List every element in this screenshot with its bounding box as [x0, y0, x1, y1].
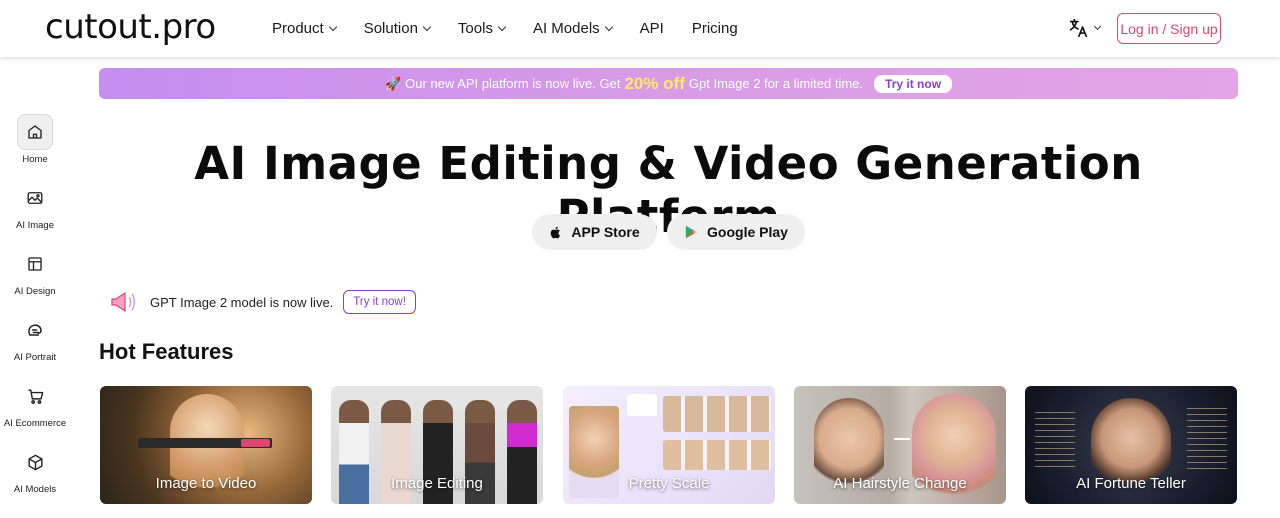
sidebar-item-label: AI Ecommerce — [3, 418, 67, 429]
nav-pricing[interactable]: Pricing — [692, 20, 738, 37]
card-illustration — [663, 440, 771, 470]
sidebar-icon-box — [17, 114, 53, 150]
google-play-label: Google Play — [707, 224, 788, 240]
promo-text-before: Our new API platform is now live. Get — [405, 76, 621, 91]
sidebar-item-label: AI Design — [14, 286, 56, 297]
translate-icon — [1069, 18, 1088, 38]
portrait-icon — [28, 324, 42, 336]
chevron-down-icon — [497, 22, 507, 31]
feature-card-label: AI Fortune Teller — [1076, 475, 1186, 492]
notice-text: GPT Image 2 model is now live. — [150, 294, 334, 310]
home-icon — [28, 125, 42, 139]
sidebar-icon-box — [17, 180, 53, 216]
sidebar-item-home[interactable]: Home — [0, 114, 70, 165]
sidebar-icon-box — [17, 246, 53, 282]
feature-card-label: Pretty Scale — [628, 475, 710, 492]
feature-card-ai-fortune-teller[interactable]: AI Fortune Teller — [1025, 386, 1237, 504]
chevron-down-icon — [1093, 22, 1102, 30]
layout-icon — [28, 257, 42, 271]
image-icon — [27, 192, 43, 204]
card-illustration — [241, 439, 270, 447]
sidebar-icon-box — [17, 378, 53, 414]
apple-icon — [551, 226, 561, 238]
feature-card-image-to-video[interactable]: Image to Video — [100, 386, 312, 504]
nav-tools[interactable]: Tools — [457, 20, 507, 37]
cube-icon — [27, 454, 43, 470]
sidebar-icon-box — [17, 444, 53, 480]
app-store-button[interactable]: APP Store — [532, 214, 657, 250]
nav-label: API — [639, 20, 664, 37]
nav-label: Tools — [457, 20, 493, 37]
megaphone-icon — [111, 291, 135, 313]
feature-card-label: Image Editing — [391, 475, 483, 492]
card-illustration — [894, 438, 910, 440]
login-signup-button[interactable]: Log in / Sign up — [1117, 13, 1221, 44]
google-play-icon — [685, 225, 698, 239]
card-illustration — [1187, 408, 1227, 472]
cart-icon — [27, 388, 43, 404]
sidebar-item-ai-models[interactable]: AI Models — [0, 444, 70, 495]
nav-api[interactable]: API — [640, 20, 664, 37]
app-store-label: APP Store — [571, 224, 640, 240]
card-illustration — [663, 396, 771, 432]
nav-label: AI Models — [532, 20, 600, 37]
sidebar-item-label: AI Portrait — [13, 352, 57, 363]
sidebar-item-ai-portrait[interactable]: AI Portrait — [0, 312, 70, 363]
rocket-icon: 🚀 — [384, 75, 402, 91]
nav-label: Solution — [363, 20, 418, 37]
sidebar-item-ai-ecommerce[interactable]: AI Ecommerce — [0, 378, 70, 429]
feature-card-label: Image to Video — [155, 475, 257, 492]
feature-card-pretty-scale[interactable]: Pretty Scale — [563, 386, 775, 504]
promo-banner: 🚀 Our new API platform is now live. Get … — [99, 68, 1238, 99]
promo-text-after: Gpt Image 2 for a limited time. — [688, 76, 864, 91]
logo[interactable]: cutout.pro — [45, 7, 216, 47]
notice-try-button[interactable]: Try it now! — [343, 290, 416, 314]
nav-label: Product — [272, 20, 324, 37]
feature-card-image-editing[interactable]: Image Editing — [331, 386, 543, 504]
google-play-button[interactable]: Google Play — [667, 214, 805, 250]
sidebar-item-ai-image[interactable]: AI Image — [0, 180, 70, 231]
language-selector[interactable] — [1067, 17, 1102, 39]
hot-features-title: Hot Features — [99, 339, 234, 364]
card-illustration — [1035, 412, 1075, 472]
chevron-down-icon — [328, 22, 337, 31]
feature-card-label: AI Hairstyle Change — [833, 475, 967, 492]
nav-ai-models[interactable]: AI Models — [532, 20, 613, 37]
nav-label: Pricing — [691, 20, 738, 37]
nav-product[interactable]: Product — [272, 20, 337, 37]
chevron-down-icon — [604, 22, 613, 31]
sidebar-item-label: Home — [22, 154, 48, 165]
gpt-notice: GPT Image 2 model is now live. Try it no… — [108, 289, 416, 315]
sidebar-icon-box — [17, 312, 53, 348]
sidebar-item-label: AI Models — [13, 484, 57, 495]
card-illustration — [627, 394, 657, 416]
sidebar-item-label: AI Image — [15, 220, 55, 231]
top-header: cutout.pro Product Solution Tools AI Mod… — [0, 0, 1280, 57]
chevron-down-icon — [422, 22, 432, 31]
main-nav: Product Solution Tools AI Models API Pri… — [272, 0, 738, 57]
feature-card-ai-hairstyle-change[interactable]: AI Hairstyle Change — [794, 386, 1006, 504]
promo-try-button[interactable]: Try it now — [874, 74, 953, 93]
sidebar-item-ai-design[interactable]: AI Design — [0, 246, 70, 297]
promo-highlight: 20% off — [624, 73, 685, 93]
nav-solution[interactable]: Solution — [363, 20, 432, 37]
